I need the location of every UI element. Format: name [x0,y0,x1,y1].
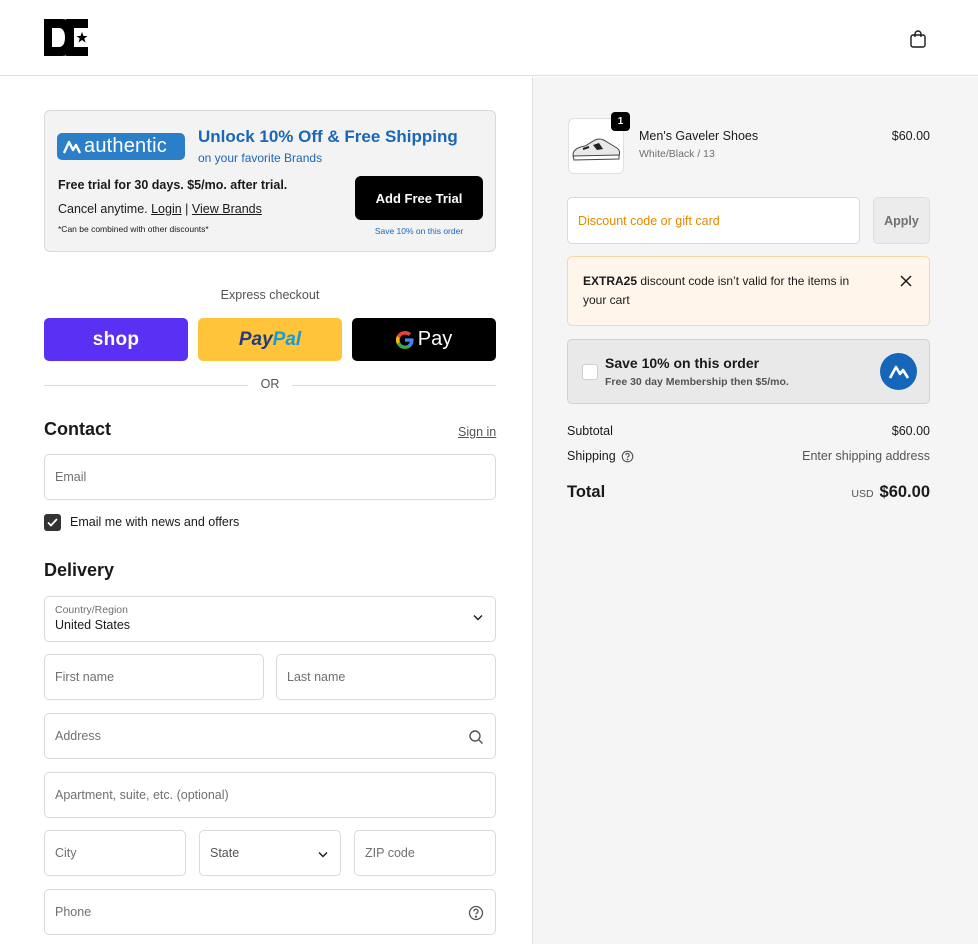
authentic-logo-text: authentic [84,135,167,157]
state-label: State [210,846,240,860]
shipping-row: Shipping Enter shipping address [567,449,930,467]
chevron-down-icon [318,852,328,858]
country-select[interactable]: Country/Region United States [44,596,496,642]
phone-input[interactable] [45,890,495,934]
link-separator: | [181,202,192,216]
trial-text: Free trial for 30 days. $5/mo. after tri… [58,178,288,192]
checkmark-icon [47,517,58,527]
order-summary: 1 Men's Gaveler Shoes White/Black / 13 $… [532,77,978,944]
newsletter-option[interactable]: Email me with news and offers [44,513,239,531]
subtotal-row: Subtotal $60.00 [567,424,930,442]
total-row: Total USD $60.00 [567,483,930,507]
shopping-bag-icon[interactable] [906,27,930,51]
total-amount: $60.00 [879,483,930,501]
checkout-form: authentic Unlock 10% Off & Free Shipping… [0,77,532,944]
newsletter-label: Email me with news and offers [70,515,240,529]
or-divider: OR [44,377,496,393]
city-field[interactable] [44,830,186,876]
country-value: United States [55,618,131,632]
chevron-down-icon [473,615,483,621]
sign-in-link[interactable]: Sign in [458,425,496,439]
product-name: Men's Gaveler Shoes [639,129,759,143]
paypal-button[interactable]: Pay Pal [198,318,342,361]
first-name-field[interactable] [44,654,264,700]
promo-title: Unlock 10% Off & Free Shipping [198,127,458,146]
total-value-group: USD $60.00 [851,483,930,502]
express-checkout-label: Express checkout [220,288,320,302]
product-variant: White/Black / 13 [639,148,715,160]
email-field[interactable] [44,454,496,500]
membership-checkbox[interactable] [582,364,598,380]
google-pay-button[interactable]: Pay [352,318,496,361]
discount-input[interactable] [568,198,859,243]
promo-note: *Can be combined with other discounts* [58,224,209,234]
total-label: Total [567,483,606,501]
membership-offer: Save 10% on this order Free 30 day Membe… [567,339,930,404]
quantity-badge: 1 [611,112,630,131]
shipping-label: Shipping [567,449,616,463]
cancel-line: Cancel anytime. Login | View Brands [58,202,262,216]
apply-button[interactable]: Apply [873,197,930,244]
authentic-mark-icon [63,140,81,154]
or-label: OR [260,377,280,391]
shop-pay-label: shop [92,328,140,350]
google-pay-label: Pay [417,328,453,350]
save-title: Save 10% on this order [605,355,760,371]
phone-field[interactable] [44,889,496,935]
shipping-value: Enter shipping address [802,449,930,463]
authentic-logo: authentic [57,133,185,160]
city-input[interactable] [45,831,185,875]
help-circle-icon[interactable] [468,905,484,921]
apartment-field[interactable] [44,772,496,818]
dc-logo-icon[interactable] [44,19,90,56]
shipping-label-group: Shipping [567,449,634,463]
delivery-heading: Delivery [44,560,115,580]
view-brands-link[interactable]: View Brands [192,202,262,216]
last-name-input[interactable] [277,655,495,699]
address-input[interactable] [45,714,495,758]
login-link[interactable]: Login [151,202,182,216]
trial-button-note: Save 10% on this order [374,226,464,236]
divider-line-right [292,385,496,386]
close-icon[interactable] [899,274,913,288]
authentic-mark-icon [880,353,917,390]
discount-field[interactable] [567,197,860,244]
alert-message: EXTRA25 discount code isn’t valid for th… [583,272,873,310]
promo-subtitle: on your favorite Brands [198,151,323,165]
add-free-trial-button[interactable]: Add Free Trial [355,176,483,220]
zip-input[interactable] [355,831,495,875]
country-label: Country/Region [55,604,128,616]
paypal-label-part2: Pal [272,328,302,350]
subtotal-label: Subtotal [567,424,613,438]
paypal-label-part1: Pay [238,328,273,350]
last-name-field[interactable] [276,654,496,700]
contact-heading: Contact [44,419,111,439]
help-circle-icon[interactable] [621,450,634,463]
apartment-input[interactable] [45,773,495,817]
subtotal-value: $60.00 [891,424,930,438]
state-select[interactable]: State [199,830,341,876]
total-currency: USD [851,488,874,500]
cancel-text: Cancel anytime. [58,202,148,216]
discount-error-alert: EXTRA25 discount code isn’t valid for th… [567,256,930,326]
first-name-input[interactable] [45,655,263,699]
zip-field[interactable] [354,830,496,876]
site-header [0,0,978,76]
shop-pay-button[interactable]: shop [44,318,188,361]
alert-code: EXTRA25 [583,274,638,288]
newsletter-checkbox[interactable] [44,513,61,531]
save-subtitle: Free 30 day Membership then $5/mo. [605,376,789,388]
authentic-promo-banner: authentic Unlock 10% Off & Free Shipping… [44,110,496,252]
product-price: $60.00 [891,129,930,143]
email-input[interactable] [45,455,495,499]
search-icon [469,730,483,744]
google-g-icon [395,330,414,349]
address-field[interactable] [44,713,496,759]
